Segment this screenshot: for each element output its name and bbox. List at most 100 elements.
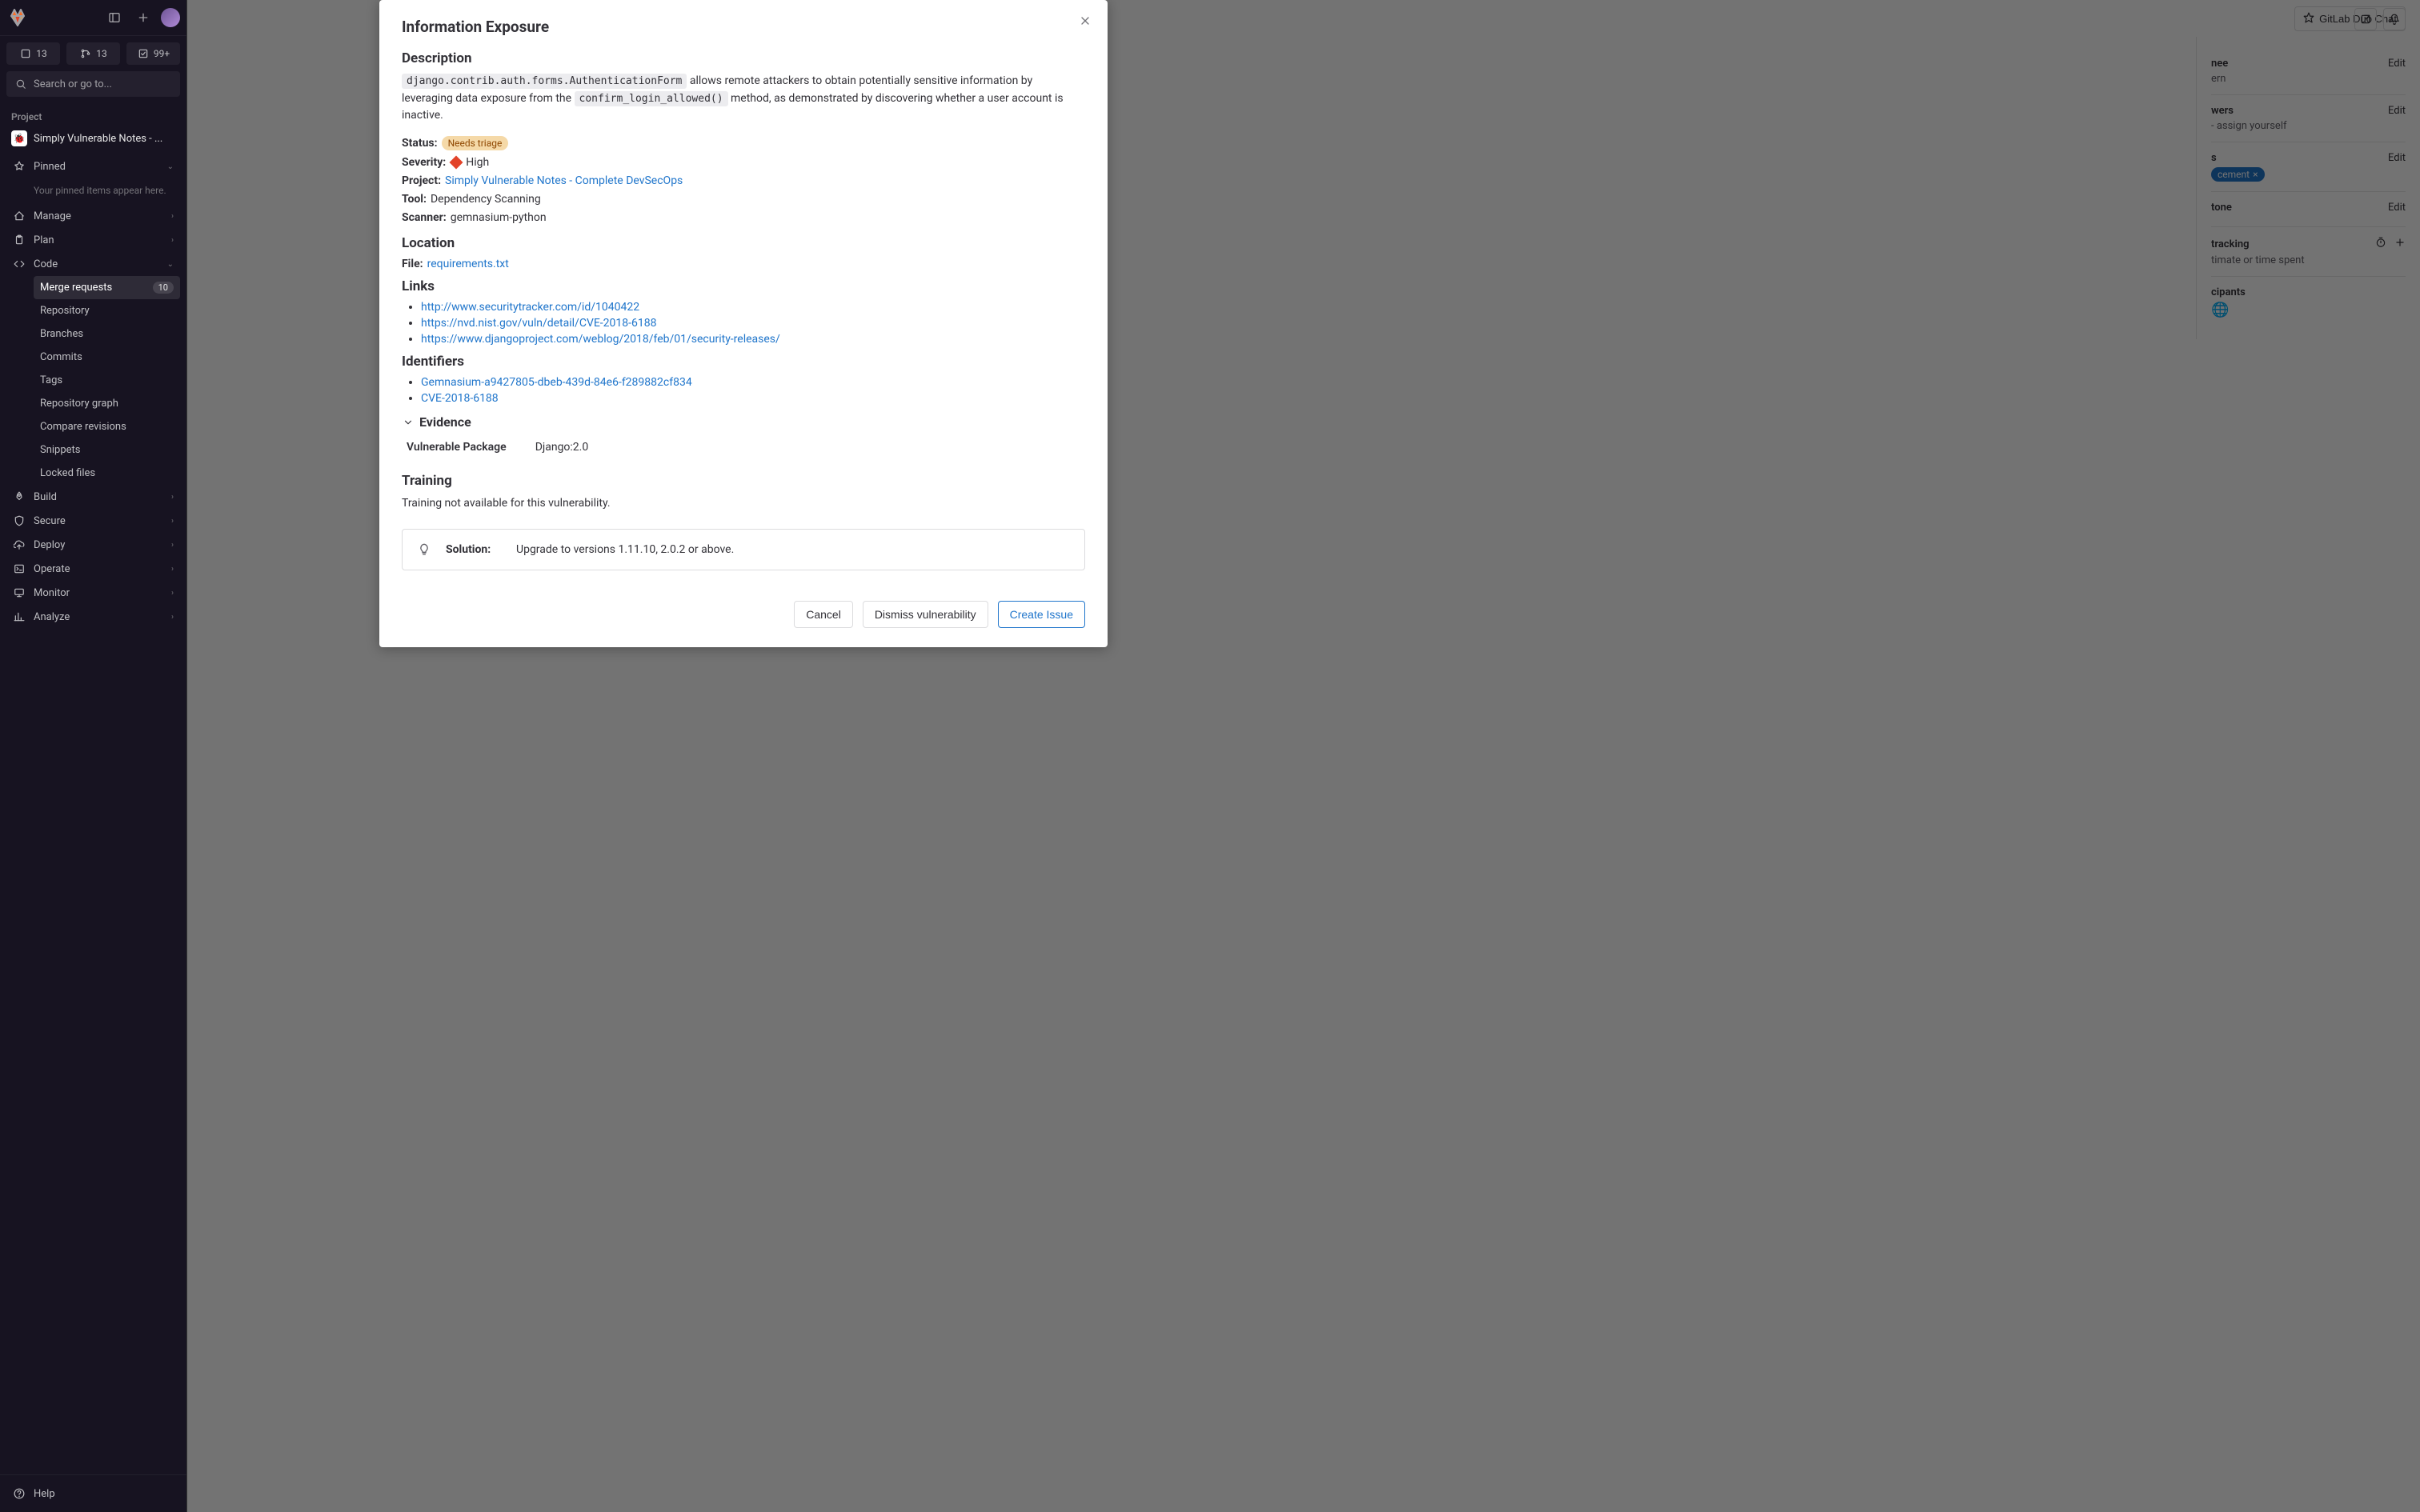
external-link[interactable]: http://www.securitytracker.com/id/104042… [421, 301, 639, 314]
pin-icon [13, 160, 26, 173]
links-heading: Links [402, 278, 1085, 294]
dismiss-vulnerability-button[interactable]: Dismiss vulnerability [863, 601, 988, 628]
description-text: django.contrib.auth.forms.Authentication… [402, 73, 1085, 125]
sidebar-nav: Pinned ⌄ Your pinned items appear here. … [0, 151, 186, 1474]
mr-count: 13 [96, 48, 107, 59]
severity-value: High [466, 156, 489, 169]
sidebar-item-pinned[interactable]: Pinned ⌄ [6, 154, 180, 178]
solution-box: Solution: Upgrade to versions 1.11.10, 2… [402, 529, 1085, 570]
home-icon [13, 210, 26, 222]
plus-icon[interactable] [132, 6, 154, 29]
sidebar-item-repository-graph[interactable]: Repository graph [34, 392, 180, 415]
solution-label: Solution: [446, 543, 502, 556]
rocket-icon [13, 490, 26, 503]
sidebar-item-tags[interactable]: Tags [34, 369, 180, 392]
sidebar-item-analyze[interactable]: Analyze › [6, 605, 180, 629]
todo-icon [137, 47, 150, 60]
chevron-down-icon [402, 416, 415, 429]
secure-label: Secure [34, 515, 66, 527]
identifier-link[interactable]: CVE-2018-6188 [421, 392, 499, 405]
todo-count: 99+ [154, 48, 170, 59]
sidebar-item-branches[interactable]: Branches [34, 322, 180, 346]
sidebar-item-repository[interactable]: Repository [34, 299, 180, 322]
sidebar-item-plan[interactable]: Plan › [6, 228, 180, 252]
training-heading: Training [402, 473, 1085, 489]
chevron-down-icon: ⌄ [167, 162, 174, 171]
scanner-value: gemnasium-python [451, 211, 547, 224]
scanner-label: Scanner: [402, 211, 447, 224]
sidebar-item-operate[interactable]: Operate › [6, 557, 180, 581]
solution-value: Upgrade to versions 1.11.10, 2.0.2 or ab… [516, 543, 734, 556]
sidebar-item-compare-revisions[interactable]: Compare revisions [34, 415, 180, 438]
location-heading: Location [402, 235, 1085, 251]
sidebar-item-commits[interactable]: Commits [34, 346, 180, 369]
identifier-link[interactable]: Gemnasium-a9427805-dbeb-439d-84e6-f28988… [421, 376, 692, 389]
merge-requests-counter[interactable]: 13 [66, 42, 120, 65]
monitor-label: Monitor [34, 587, 70, 599]
shield-icon [13, 514, 26, 527]
deploy-icon [13, 538, 26, 551]
external-link[interactable]: https://nvd.nist.gov/vuln/detail/CVE-201… [421, 317, 657, 330]
sidebar: 13 13 99+ Search or go to... Project 🐞 S… [0, 0, 187, 1512]
chevron-right-icon: › [171, 493, 174, 502]
sidebar-toggle-icon[interactable] [103, 6, 126, 29]
project-avatar-icon: 🐞 [11, 130, 27, 146]
sidebar-item-snippets[interactable]: Snippets [34, 438, 180, 462]
todos-counter[interactable]: 99+ [126, 42, 180, 65]
chevron-right-icon: › [171, 565, 174, 574]
chart-icon [13, 610, 26, 623]
status-badge: Needs triage [442, 136, 509, 150]
sidebar-item-build[interactable]: Build › [6, 485, 180, 509]
external-link[interactable]: https://www.djangoproject.com/weblog/201… [421, 333, 780, 346]
tool-value: Dependency Scanning [431, 193, 541, 206]
clipboard-icon [13, 234, 26, 246]
code-icon [13, 258, 26, 270]
issues-counter[interactable]: 13 [6, 42, 60, 65]
sidebar-item-monitor[interactable]: Monitor › [6, 581, 180, 605]
question-icon [13, 1487, 26, 1500]
cancel-button[interactable]: Cancel [794, 601, 853, 628]
sidebar-item-secure[interactable]: Secure › [6, 509, 180, 533]
search-placeholder: Search or go to... [34, 78, 112, 90]
sidebar-item-code[interactable]: Code ⌄ [6, 252, 180, 276]
evidence-heading: Evidence [419, 414, 471, 430]
chevron-right-icon: › [171, 613, 174, 622]
identifiers-list: Gemnasium-a9427805-dbeb-439d-84e6-f28988… [402, 376, 1085, 405]
operate-label: Operate [34, 563, 70, 575]
sidebar-item-merge-requests[interactable]: Merge requests 10 [34, 276, 180, 299]
chevron-right-icon: › [171, 541, 174, 550]
user-avatar[interactable] [161, 8, 180, 27]
build-label: Build [34, 491, 57, 503]
description-heading: Description [402, 50, 1085, 66]
code-label: Code [34, 258, 58, 270]
sidebar-item-locked-files[interactable]: Locked files [34, 462, 180, 485]
status-label: Status: [402, 137, 438, 150]
sidebar-item-manage[interactable]: Manage › [6, 204, 180, 228]
tool-label: Tool: [402, 193, 427, 206]
gitlab-logo-icon[interactable] [6, 6, 29, 29]
merge-requests-label: Merge requests [40, 282, 112, 294]
project-header[interactable]: 🐞 Simply Vulnerable Notes - ... [0, 126, 186, 151]
chevron-right-icon: › [171, 589, 174, 598]
monitor-icon [13, 586, 26, 599]
terminal-icon [13, 562, 26, 575]
search-input[interactable]: Search or go to... [6, 71, 180, 97]
file-link[interactable]: requirements.txt [427, 258, 509, 270]
lightbulb-icon [417, 542, 431, 557]
pinned-hint: Your pinned items appear here. [6, 178, 180, 204]
issue-icon [19, 47, 32, 60]
chevron-right-icon: › [171, 236, 174, 245]
create-issue-button[interactable]: Create Issue [998, 601, 1085, 628]
vulnerable-package-label: Vulnerable Package [407, 441, 507, 454]
sidebar-item-help[interactable]: Help [6, 1482, 180, 1506]
evidence-toggle[interactable]: Evidence [402, 414, 1085, 430]
project-link[interactable]: Simply Vulnerable Notes - Complete DevSe… [445, 174, 683, 187]
main: GitLab Duo Chat neeEdit ern wersEdit - a… [187, 0, 2420, 1512]
analyze-label: Analyze [34, 611, 70, 623]
sidebar-item-deploy[interactable]: Deploy › [6, 533, 180, 557]
plan-label: Plan [34, 234, 54, 246]
modal-title: Information Exposure [402, 18, 1085, 36]
code-snippet: django.contrib.auth.forms.Authentication… [402, 74, 687, 89]
close-icon[interactable] [1074, 10, 1096, 32]
project-section-label: Project [0, 103, 186, 126]
